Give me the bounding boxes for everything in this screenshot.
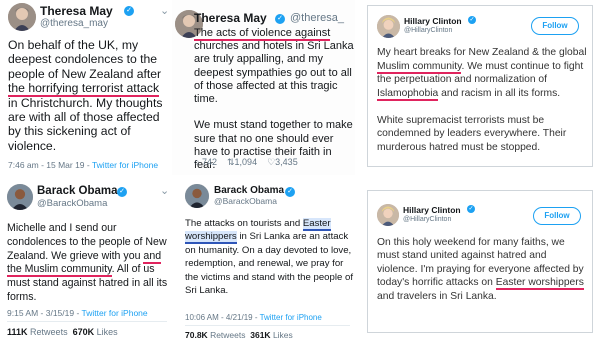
- tweet-source-link[interactable]: Twitter for iPhone: [82, 308, 148, 318]
- retweet-count: 70.8K: [185, 330, 208, 340]
- tweet-clinton-sri-lanka: Hillary Clinton ✓ @HillaryClinton Follow…: [367, 190, 593, 333]
- verified-badge-icon: ✓: [467, 205, 475, 213]
- retweet-count: 1,094: [234, 157, 258, 167]
- author-handle[interactable]: @HillaryClinton: [404, 27, 452, 34]
- like-icon[interactable]: ♡: [267, 157, 275, 167]
- verified-badge-icon: ✓: [117, 187, 127, 197]
- reply-icon[interactable]: ○: [194, 157, 199, 167]
- avatar[interactable]: [377, 204, 399, 226]
- avatar[interactable]: [377, 15, 400, 38]
- highlighted-phrase: The acts of violence against: [194, 27, 331, 41]
- author-name[interactable]: Barack Obama: [214, 185, 284, 196]
- author-handle[interactable]: @HillaryClinton: [403, 216, 451, 223]
- tweet-source-link[interactable]: Twitter for iPhone: [92, 160, 158, 170]
- divider: [7, 321, 167, 322]
- like-count: 3,435: [275, 157, 298, 167]
- verified-badge-icon: ✓: [285, 187, 295, 197]
- verified-badge-icon: ✓: [468, 16, 476, 24]
- avatar[interactable]: [8, 3, 36, 31]
- tweet-stats: 111K Retweets 670K Likes: [7, 327, 118, 337]
- tweet-text: On behalf of the UK, my deepest condolen…: [8, 38, 163, 153]
- tweet-timestamp[interactable]: 7:46 am - 15 Mar 19 - Twitter for iPhone: [8, 160, 158, 170]
- likes-label[interactable]: Likes: [273, 330, 293, 340]
- verified-badge-icon: ✓: [275, 14, 285, 24]
- retweet-count: 111K: [7, 327, 28, 337]
- tweet-obama-new-zealand: Barack Obama ✓ @BarackObama ⌄ Michelle a…: [0, 176, 172, 345]
- likes-label[interactable]: Likes: [97, 327, 118, 337]
- author-name[interactable]: Barack Obama: [37, 185, 118, 197]
- author-name[interactable]: Theresa May: [40, 4, 113, 18]
- avatar[interactable]: [185, 184, 209, 208]
- tweet-text: My heart breaks for New Zealand & the gl…: [377, 47, 587, 154]
- chevron-down-icon[interactable]: ⌄: [160, 184, 169, 197]
- tweet-timestamp[interactable]: 10:06 AM - 4/21/19 - Twitter for iPhone: [185, 313, 322, 322]
- author-name[interactable]: Theresa May: [194, 11, 267, 25]
- author-name[interactable]: Hillary Clinton: [403, 205, 461, 215]
- tweet-text: On this holy weekend for many faiths, we…: [377, 237, 584, 302]
- tweet-action-bar: ○ 742 ⇅1,094 ♡3,435: [194, 157, 298, 168]
- retweets-label[interactable]: Retweets: [30, 327, 68, 337]
- tweet-obama-sri-lanka: Barack Obama ✓ @BarackObama The attacks …: [172, 176, 355, 345]
- follow-button[interactable]: Follow: [533, 207, 581, 225]
- tweet-source-link[interactable]: Twitter for iPhone: [260, 313, 322, 322]
- author-handle[interactable]: @theresa_: [290, 12, 344, 24]
- author-handle[interactable]: @BarackObama: [37, 198, 107, 209]
- highlighted-phrase: Islamophobia: [377, 87, 439, 101]
- reply-count: 742: [201, 157, 217, 167]
- tweet-may-sri-lanka: Theresa May ✓ @theresa_ The acts of viol…: [172, 0, 355, 175]
- tweet-may-new-zealand: Theresa May ✓ @theresa_may ⌄ On behalf o…: [0, 0, 172, 175]
- author-handle[interactable]: @BarackObama: [214, 196, 277, 206]
- divider: [185, 325, 350, 326]
- avatar[interactable]: [7, 184, 33, 210]
- tweet-text: Michelle and I send our condolences to t…: [7, 222, 168, 303]
- retweet-icon[interactable]: ⇅: [227, 157, 235, 167]
- tweet-timestamp[interactable]: 9:15 AM - 3/15/19 - Twitter for iPhone: [7, 308, 148, 318]
- retweets-label[interactable]: Retweets: [210, 330, 245, 340]
- verified-badge-icon: ✓: [124, 6, 134, 16]
- chevron-down-icon[interactable]: ⌄: [160, 4, 169, 17]
- follow-button[interactable]: Follow: [531, 17, 579, 35]
- like-count: 670K: [72, 327, 95, 337]
- tweet-text: The acts of violence against churches an…: [194, 27, 354, 171]
- tweet-clinton-new-zealand: Hillary Clinton ✓ @HillaryClinton Follow…: [367, 5, 593, 167]
- highlighted-phrase: Easter worshippers: [495, 277, 584, 291]
- author-handle[interactable]: @theresa_may: [40, 18, 108, 29]
- highlighted-phrase: Muslim community: [377, 60, 462, 74]
- author-name[interactable]: Hillary Clinton: [404, 16, 462, 26]
- tweet-text: The attacks on tourists and Easter worsh…: [185, 218, 353, 297]
- like-count: 361K: [250, 330, 271, 340]
- tweet-stats: 70.8K Retweets 361K Likes: [185, 330, 293, 340]
